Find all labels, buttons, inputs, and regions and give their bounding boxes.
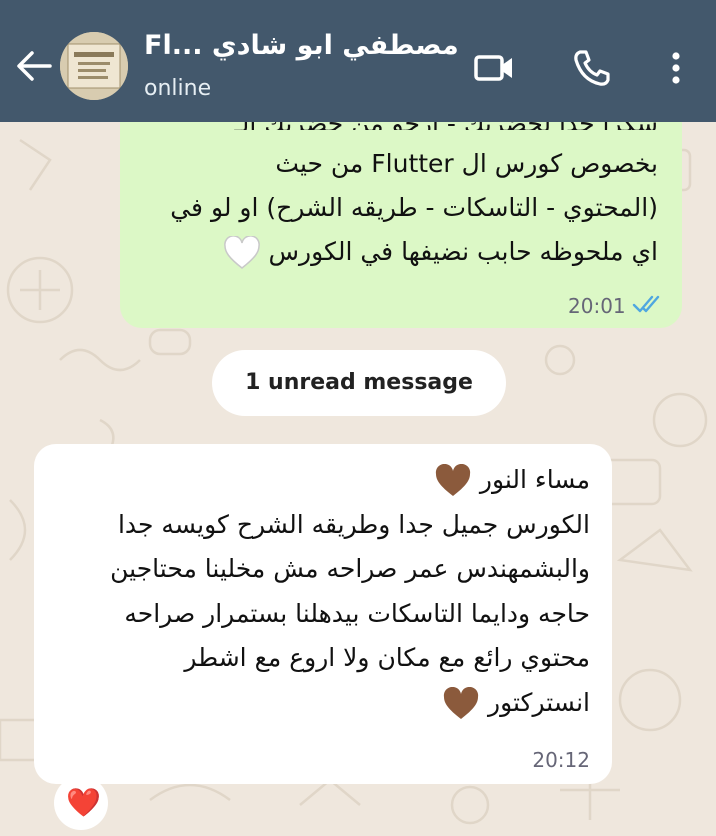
video-call-icon[interactable] bbox=[472, 46, 516, 90]
unread-messages-divider: 1 unread message bbox=[212, 350, 506, 416]
red-heart-icon: ❤️ bbox=[66, 786, 101, 819]
voice-call-icon[interactable] bbox=[570, 46, 614, 90]
message-reaction[interactable]: ❤️ bbox=[54, 776, 108, 830]
brown-heart-icon bbox=[435, 464, 471, 496]
message-text: بخصوص كورس ال Flutter من حيث (المحتوي - … bbox=[128, 142, 658, 274]
more-options-icon[interactable] bbox=[654, 46, 698, 90]
message-line: اي ملحوظه حابب نضيفها في الكورس bbox=[128, 230, 658, 274]
message-timestamp: 20:12 bbox=[532, 748, 590, 772]
contact-name[interactable]: مصطفي ابو شادي ...Fl bbox=[144, 30, 459, 61]
message-line: محتوي رائع مع مكان ولا اروع مع اشطر bbox=[184, 643, 590, 672]
message-line-text: اي ملحوظه حابب نضيفها في الكورس bbox=[268, 237, 658, 266]
message-line: الكورس جميل جدا وطريقه الشرح كويسه جدا bbox=[117, 509, 590, 539]
white-heart-icon bbox=[223, 236, 260, 269]
message-line: والبشمهندس عمر صراحه مش مخلينا محتاجين bbox=[110, 554, 590, 583]
avatar[interactable] bbox=[60, 32, 128, 100]
contact-status: online bbox=[144, 76, 212, 101]
brown-heart-icon bbox=[443, 686, 479, 719]
message-line: بخصوص كورس ال Flutter من حيث bbox=[275, 149, 658, 178]
message-timestamp: 20:01 bbox=[568, 294, 626, 318]
message-line: (المحتوي - التاسكات - طريقه الشرح) او لو… bbox=[170, 193, 658, 222]
message-line-text: مساء النور bbox=[479, 465, 590, 494]
message-text: مساء النور الكورس جميل جدا وطريقه الشرح … bbox=[50, 458, 590, 725]
message-line: حاجه ودايما التاسكات بيدهلنا بستمرار صرا… bbox=[124, 598, 590, 628]
message-line: انستركتور bbox=[50, 681, 590, 726]
read-ticks-icon bbox=[632, 292, 662, 316]
message-line: مساء النور bbox=[50, 458, 590, 503]
outgoing-message-bubble[interactable]: شكراً جداً لحضرتك - أرجو من حضرتك الـ fe… bbox=[120, 96, 682, 328]
message-line-text: انستركتور bbox=[488, 687, 590, 717]
back-arrow-icon[interactable] bbox=[12, 44, 56, 88]
incoming-message-bubble[interactable]: مساء النور الكورس جميل جدا وطريقه الشرح … bbox=[34, 444, 612, 784]
chat-header: مصطفي ابو شادي ...Fl online bbox=[0, 0, 716, 122]
